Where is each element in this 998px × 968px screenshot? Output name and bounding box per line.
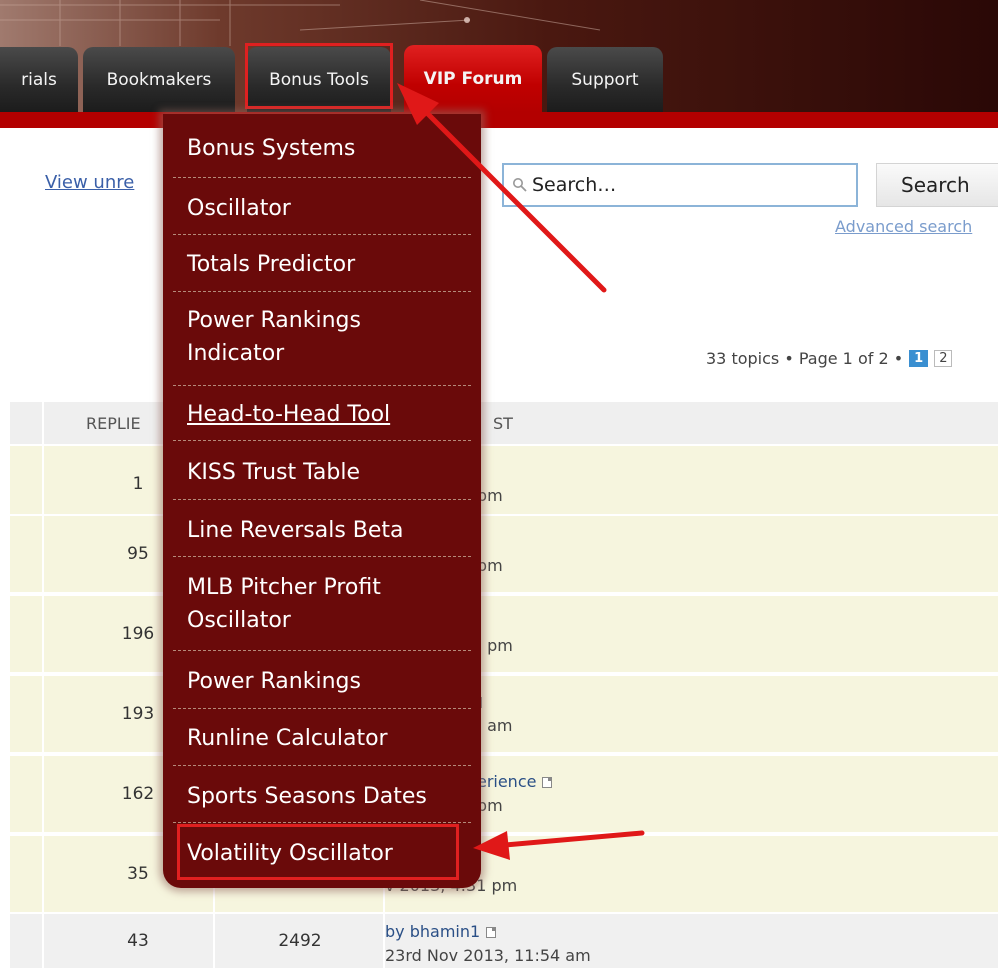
menu-item-totals-predictor[interactable]: Totals Predictor <box>163 248 481 281</box>
bonus-tools-dropdown: Bonus Systems Oscillator Totals Predicto… <box>163 114 481 888</box>
table-row[interactable]: 43 2492 by bhamin1 23rd Nov 2013, 11:54 … <box>10 912 998 968</box>
table-row[interactable]: 162 johnsonexperience 2013, 6:02 pm <box>10 754 998 832</box>
menu-item-line-reversals-beta[interactable]: Line Reversals Beta <box>163 514 481 547</box>
menu-item-power-rankings-indicator[interactable]: Power Rankings Indicator <box>163 304 423 370</box>
volatility-oscillator-highlight-box <box>177 824 459 880</box>
views-cell: 2492 <box>278 931 322 951</box>
nav-red-bar <box>0 112 998 128</box>
last-post-column-header[interactable]: ST <box>493 414 513 433</box>
view-latest-post-icon[interactable] <box>542 777 553 788</box>
search-field[interactable] <box>502 163 858 207</box>
menu-item-head-to-head-tool[interactable]: Head-to-Head Tool <box>163 398 481 431</box>
current-page: 1 <box>909 349 929 367</box>
table-row[interactable]: 196 witt 2013, 12:19 pm <box>10 594 998 672</box>
tab-support[interactable]: Support <box>547 47 663 112</box>
pagination: 33 topics • Page 1 of 2 • 1 2 <box>706 346 998 370</box>
search-button[interactable]: Search <box>876 163 998 207</box>
tab-tutorials[interactable]: rials <box>0 47 78 112</box>
menu-item-runline-calculator[interactable]: Runline Calculator <box>163 722 481 755</box>
tab-vip-forum[interactable]: VIP Forum <box>404 45 542 112</box>
bonus-tools-highlight-box <box>245 43 393 109</box>
menu-separator <box>173 234 471 235</box>
tab-label: VIP Forum <box>423 68 523 89</box>
menu-item-bonus-systems[interactable]: Bonus Systems <box>163 132 481 165</box>
tab-bookmakers[interactable]: Bookmakers <box>83 47 235 112</box>
search-input[interactable] <box>532 174 852 196</box>
tab-label: Bookmakers <box>106 69 212 90</box>
tab-label: Support <box>571 69 639 90</box>
menu-item-kiss-trust-table[interactable]: KISS Trust Table <box>163 456 481 489</box>
menu-separator <box>173 499 471 500</box>
advanced-search-link[interactable]: Advanced search <box>835 217 998 236</box>
table-row[interactable]: 1 2014, 2:32 pm <box>10 444 998 522</box>
menu-separator <box>173 440 471 441</box>
replies-column-header[interactable]: REPLIE <box>86 414 141 433</box>
last-post-author[interactable]: by bhamin1 <box>385 922 480 941</box>
menu-separator <box>173 385 471 386</box>
last-post-date: 23rd Nov 2013, 11:54 am <box>385 946 591 965</box>
tab-label: rials <box>21 69 57 90</box>
menu-item-oscillator[interactable]: Oscillator <box>163 192 481 225</box>
table-row[interactable]: 95 acktao 2013, 8:08 pm <box>10 514 998 592</box>
menu-item-power-rankings[interactable]: Power Rankings <box>163 665 481 698</box>
topics-table-header: REPLIE ST <box>10 402 998 444</box>
menu-separator <box>173 556 471 557</box>
menu-separator <box>173 291 471 292</box>
menu-item-mlb-pitcher-profit-oscillator[interactable]: MLB Pitcher Profit Oscillator <box>163 571 443 637</box>
table-row[interactable]: 193 ttack7070 2013, 10:11 am <box>10 674 998 752</box>
menu-separator <box>173 822 471 823</box>
menu-separator <box>173 177 471 178</box>
menu-item-sports-seasons-dates[interactable]: Sports Seasons Dates <box>163 780 481 813</box>
last-post-cell: by bhamin1 23rd Nov 2013, 11:54 am <box>385 920 591 968</box>
menu-separator <box>173 708 471 709</box>
menu-separator <box>173 765 471 766</box>
column-divider <box>42 402 44 444</box>
search-icon <box>513 178 527 192</box>
page-link-2[interactable]: 2 <box>934 349 953 367</box>
view-latest-post-icon[interactable] <box>486 927 497 938</box>
table-row[interactable]: 35 uko v 2013, 4:31 pm <box>10 834 998 912</box>
view-unread-link[interactable]: View unre <box>45 172 160 193</box>
pagination-summary: 33 topics • Page 1 of 2 • <box>706 348 904 368</box>
menu-separator <box>173 650 471 651</box>
